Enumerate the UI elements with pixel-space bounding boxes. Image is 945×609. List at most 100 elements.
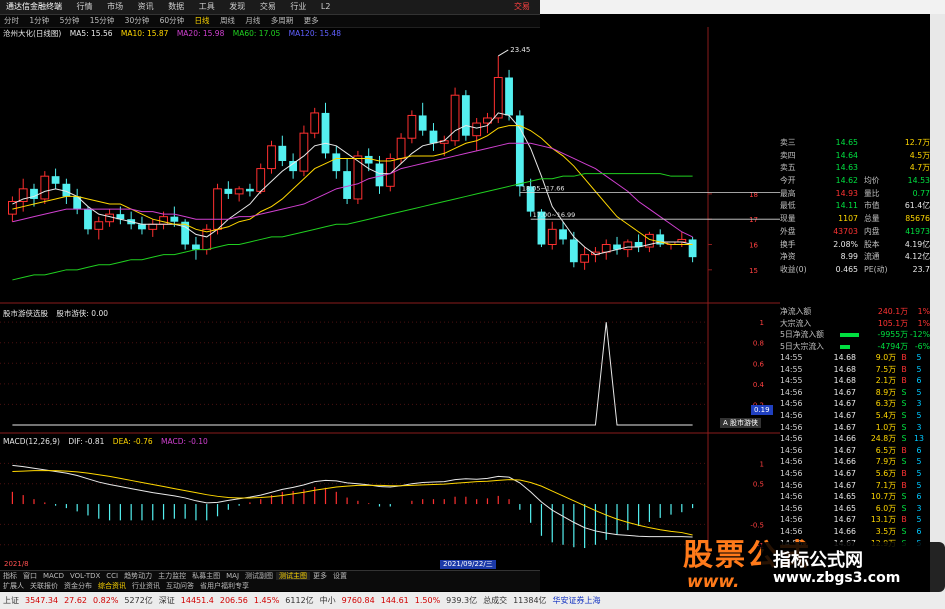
price-tick-label: 15 bbox=[749, 267, 758, 275]
menu-l2[interactable]: L2 bbox=[315, 0, 337, 14]
status-item: 6112亿 bbox=[285, 596, 314, 605]
tick-side: S bbox=[901, 410, 907, 420]
period-tab[interactable]: 多周期 bbox=[267, 16, 298, 25]
tick-price: 14.67 bbox=[833, 468, 856, 478]
menu-data[interactable]: 数据 bbox=[162, 0, 190, 14]
info-tab[interactable]: 省用户福利专享 bbox=[197, 582, 252, 590]
menu-discover[interactable]: 发现 bbox=[223, 0, 251, 14]
tick-count: 3 bbox=[916, 422, 922, 432]
indicator-tab[interactable]: 测试主图 bbox=[276, 572, 311, 580]
tick-volume: 8.9万 bbox=[875, 387, 896, 397]
tick-count: 5 bbox=[916, 364, 922, 374]
flow-label: 5日净流入额 bbox=[780, 330, 824, 339]
period-tab[interactable]: 60分钟 bbox=[156, 16, 189, 25]
flow-value: -9955万 bbox=[877, 330, 908, 339]
candle-body bbox=[170, 216, 179, 222]
quote-row: 卖五 14.63 4.7万 bbox=[780, 162, 930, 175]
tick-row: 14:56 14.65 10.7万 S 6 bbox=[780, 491, 930, 503]
trade-button[interactable]: 交易 bbox=[508, 0, 536, 14]
tick-row: 14:56 14.67 7.1万 B 5 bbox=[780, 480, 930, 492]
quote-label: 市值 bbox=[864, 201, 880, 211]
indicator-tab[interactable]: 主力监控 bbox=[155, 572, 189, 580]
info-tab[interactable]: 综合资讯 bbox=[95, 582, 129, 590]
info-tab[interactable]: 行业资讯 bbox=[129, 582, 163, 590]
status-item: 9760.84 bbox=[341, 596, 375, 605]
tick-price: 14.66 bbox=[833, 457, 856, 467]
menu-industry[interactable]: 行业 bbox=[284, 0, 312, 14]
info-tab[interactable]: 资金分布 bbox=[61, 582, 95, 590]
indicator-tab[interactable]: VOL-TDX bbox=[67, 572, 103, 580]
indicator-tab[interactable]: CCI bbox=[103, 572, 121, 580]
info-tab[interactable]: 关联报价 bbox=[27, 582, 61, 590]
indicator-tab[interactable]: MAJ bbox=[223, 572, 242, 580]
period-tab[interactable]: 1分钟 bbox=[25, 16, 53, 25]
watermark: 股票公式 www. 指标公式网 www.zbgs3.com bbox=[683, 536, 945, 594]
tick-time: 14:56 bbox=[780, 434, 803, 444]
period-tab-daily[interactable]: 日线 bbox=[191, 16, 214, 25]
tick-volume: 5.6万 bbox=[875, 468, 896, 478]
quote-value: 4.12亿 bbox=[904, 252, 930, 262]
watermark-site: www.zbgs3.com bbox=[773, 570, 901, 586]
candle-body bbox=[40, 175, 50, 200]
indicator-tab[interactable]: MACD bbox=[40, 572, 67, 580]
indicator-tab[interactable]: 测试副图 bbox=[242, 572, 276, 580]
quote-row: 净资 8.99 流通 4.12亿 bbox=[780, 251, 930, 264]
indicator-tab[interactable]: 窗口 bbox=[20, 572, 40, 580]
top-menu-bar: 通达信金融终端 行情 市场 资讯 数据 工具 发现 交易 行业 L2 交易 bbox=[0, 0, 540, 15]
indicator-tab[interactable]: 更多 bbox=[310, 572, 330, 580]
quote-value: 43703 bbox=[833, 226, 858, 236]
tick-time: 14:56 bbox=[780, 480, 803, 490]
indicator-tab[interactable]: 私募主图 bbox=[189, 572, 223, 580]
tick-count: 5 bbox=[916, 515, 922, 525]
tick-volume: 5.4万 bbox=[875, 410, 896, 420]
quote-value: 14.62 bbox=[835, 176, 858, 186]
period-tab[interactable]: 30分钟 bbox=[121, 16, 154, 25]
info-tab[interactable]: 扩展人 bbox=[0, 582, 27, 590]
status-item: 11384亿 bbox=[513, 596, 547, 605]
tick-price: 14.67 bbox=[833, 515, 856, 525]
menu-news[interactable]: 资讯 bbox=[132, 0, 160, 14]
period-tab[interactable]: 5分钟 bbox=[56, 16, 84, 25]
candle-body bbox=[148, 223, 158, 230]
period-tab[interactable]: 15分钟 bbox=[86, 16, 119, 25]
period-tab[interactable]: 分时 bbox=[0, 16, 23, 25]
watermark-box: 指标公式网 www.zbgs3.com bbox=[761, 542, 945, 592]
tick-list[interactable]: 14:55 14.68 9.0万 B 5 14:55 14.68 7.5万 B 5 14:55 14.… bbox=[780, 352, 930, 549]
info-tab[interactable]: 互动问答 bbox=[163, 582, 197, 590]
period-tab[interactable]: 周线 bbox=[216, 16, 239, 25]
flow-bar-fill bbox=[840, 344, 851, 349]
candle-body bbox=[688, 239, 697, 258]
tick-price: 14.67 bbox=[833, 387, 856, 397]
quote-label: 股本 bbox=[864, 239, 880, 249]
tick-side: B bbox=[901, 515, 907, 525]
menu-tools[interactable]: 工具 bbox=[193, 0, 221, 14]
period-tab[interactable]: 更多 bbox=[300, 16, 323, 25]
menu-quotes[interactable]: 行情 bbox=[71, 0, 99, 14]
indicator-tab[interactable]: 设置 bbox=[330, 572, 350, 580]
tick-row: 14:56 14.67 13.1万 B 5 bbox=[780, 514, 930, 526]
tick-count: 5 bbox=[916, 353, 922, 362]
status-item: 上证 bbox=[3, 596, 19, 605]
tick-time: 14:56 bbox=[780, 468, 803, 478]
quote-value: 61.4亿 bbox=[904, 201, 930, 211]
tick-price: 14.68 bbox=[833, 376, 856, 386]
quote-value: 14.93 bbox=[835, 188, 858, 198]
flow-value: -4794万 bbox=[877, 341, 908, 351]
indicator-tab[interactable]: 指标 bbox=[0, 572, 20, 580]
menu-market[interactable]: 市场 bbox=[101, 0, 129, 14]
menu-trade[interactable]: 交易 bbox=[254, 0, 282, 14]
price-panel: 15 16 17 18 23.45 18.05~17.66 17.00~16.99 bbox=[0, 27, 780, 560]
flow-bar bbox=[838, 329, 874, 341]
tick-row: 14:56 14.65 6.0万 S 3 bbox=[780, 503, 930, 515]
market-status-bar: 上证 3547.34 27.62 0.82% 5272亿 深证 14451.4 206.56 1… bbox=[0, 592, 945, 609]
period-tab[interactable]: 月线 bbox=[241, 16, 264, 25]
status-item: 1.45% bbox=[253, 596, 280, 605]
stock-chart[interactable]: 1516171823.4518.05~17.6617.00~16.99 0.20… bbox=[0, 27, 780, 560]
indicator-tab[interactable]: 趋势动力 bbox=[121, 572, 155, 580]
tick-price: 14.67 bbox=[833, 399, 856, 409]
indicator-tick-label: 1 bbox=[760, 319, 764, 327]
candle-body bbox=[256, 168, 266, 192]
tick-side: B bbox=[901, 445, 907, 455]
max-label: 23.45 bbox=[510, 46, 530, 54]
tick-time: 14:56 bbox=[780, 422, 803, 432]
